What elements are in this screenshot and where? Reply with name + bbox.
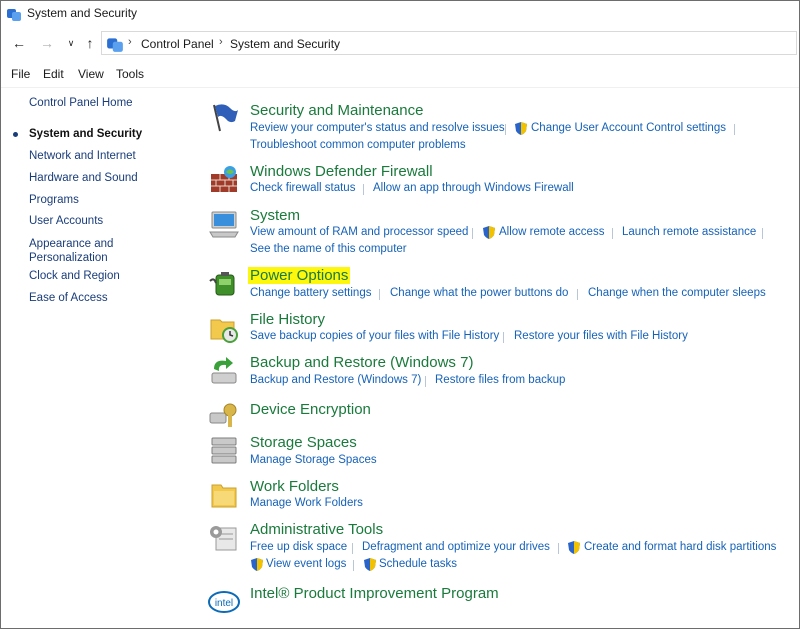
sidebar-item-programs[interactable]: Programs [29, 194, 79, 206]
address-bar[interactable]: › Control Panel › System and Security [101, 31, 797, 55]
link-manage-storage-spaces[interactable]: Manage Storage Spaces [250, 454, 377, 466]
link-create-format-partitions[interactable]: Create and format hard disk partitions [584, 541, 776, 553]
link-save-backup-copies[interactable]: Save backup copies of your files with Fi… [250, 330, 499, 342]
link-allow-app-through-firewall[interactable]: Allow an app through Windows Firewall [373, 182, 574, 194]
category-title-power-options[interactable]: Power Options [248, 267, 351, 284]
link-separator [612, 228, 613, 239]
window-title: System and Security [27, 6, 138, 20]
svg-text:intel: intel [215, 598, 233, 609]
category-title-file-history[interactable]: File History [250, 311, 325, 328]
control-panel-icon [107, 38, 123, 52]
recent-locations-chevron-icon[interactable]: ∨ [61, 33, 81, 53]
disks-icon [211, 437, 237, 464]
key-icon [209, 403, 237, 427]
control-panel-icon [7, 9, 21, 21]
sidebar-control-panel-home[interactable]: Control Panel Home [29, 97, 133, 109]
sidebar-item-network-and-internet[interactable]: Network and Internet [29, 150, 136, 162]
menu-divider [1, 87, 799, 88]
folder-icon [211, 484, 237, 508]
menu-tools[interactable]: Tools [116, 67, 144, 81]
link-separator [558, 543, 559, 554]
forward-arrow-icon[interactable]: → [37, 33, 57, 53]
link-troubleshoot[interactable]: Troubleshoot common computer problems [250, 139, 466, 151]
menu-file[interactable]: File [11, 67, 30, 81]
uac-shield-icon [515, 122, 527, 135]
sidebar-item-hardware-and-sound[interactable]: Hardware and Sound [29, 172, 138, 184]
current-item-bullet [13, 132, 18, 137]
link-change-power-buttons[interactable]: Change what the power buttons do [390, 287, 568, 299]
link-separator [353, 560, 354, 571]
link-defragment-drives[interactable]: Defragment and optimize your drives [362, 541, 550, 553]
intel-icon: intel [208, 591, 240, 613]
uac-shield-icon [364, 558, 376, 571]
menu-bar: File Edit View Tools [1, 63, 799, 85]
breadcrumb-chevron-icon[interactable]: › [219, 36, 223, 48]
link-separator [363, 184, 364, 195]
sidebar-item-appearance-and-personalization[interactable]: Appearance and Personalization [29, 237, 129, 265]
category-title-device-encryption[interactable]: Device Encryption [250, 401, 371, 418]
folder-clock-icon [210, 319, 238, 343]
link-separator [734, 124, 735, 135]
link-backup-and-restore[interactable]: Backup and Restore (Windows 7) [250, 374, 421, 386]
category-title-work-folders[interactable]: Work Folders [250, 478, 339, 495]
link-allow-remote-access[interactable]: Allow remote access [499, 226, 604, 238]
link-change-sleep-time[interactable]: Change when the computer sleeps [588, 287, 766, 299]
link-separator [503, 332, 504, 343]
category-title-administrative-tools[interactable]: Administrative Tools [250, 521, 383, 538]
link-restore-from-backup[interactable]: Restore files from backup [435, 374, 565, 386]
category-title-backup-and-restore[interactable]: Backup and Restore (Windows 7) [250, 354, 473, 371]
menu-view[interactable]: View [78, 67, 104, 81]
sidebar-item-clock-and-region[interactable]: Clock and Region [29, 270, 120, 282]
link-separator [577, 289, 578, 300]
sidebar-item-ease-of-access[interactable]: Ease of Access [29, 292, 108, 304]
menu-edit[interactable]: Edit [43, 67, 64, 81]
flag-icon [213, 104, 238, 132]
link-view-event-logs[interactable]: View event logs [266, 558, 346, 570]
link-separator [425, 376, 426, 387]
sidebar-item-system-and-security[interactable]: System and Security [29, 128, 142, 140]
admin-tools-icon [210, 526, 237, 551]
uac-shield-icon [251, 558, 263, 571]
link-review-status[interactable]: Review your computer's status and resolv… [250, 122, 505, 134]
breadcrumb-chevron-icon[interactable]: › [128, 36, 132, 48]
link-launch-remote-assistance[interactable]: Launch remote assistance [622, 226, 756, 238]
uac-shield-icon [483, 226, 495, 239]
link-separator [762, 228, 763, 239]
category-title-storage-spaces[interactable]: Storage Spaces [250, 434, 357, 451]
link-change-battery-settings[interactable]: Change battery settings [250, 287, 371, 299]
link-separator [352, 543, 353, 554]
computer-icon [209, 211, 239, 238]
back-arrow-icon[interactable]: ← [9, 33, 29, 53]
link-separator [472, 228, 473, 239]
brick-wall-icon [211, 166, 237, 192]
breadcrumb-system-and-security[interactable]: System and Security [230, 37, 340, 51]
category-title-windows-defender-firewall[interactable]: Windows Defender Firewall [250, 163, 433, 180]
category-title-security-and-maintenance[interactable]: Security and Maintenance [250, 102, 423, 119]
title-bar: System and Security [1, 1, 799, 27]
link-change-uac-settings[interactable]: Change User Account Control settings [531, 122, 726, 134]
backup-icon [211, 357, 237, 384]
link-separator [379, 289, 380, 300]
link-manage-work-folders[interactable]: Manage Work Folders [250, 497, 363, 509]
link-separator [505, 124, 506, 135]
navigation-bar: ← → ∨ ↑ › Control Panel › System and Sec… [1, 29, 799, 57]
link-see-computer-name[interactable]: See the name of this computer [250, 243, 407, 255]
link-restore-files[interactable]: Restore your files with File History [514, 330, 688, 342]
control-panel-window: System and Security ← → ∨ ↑ › Control Pa… [0, 0, 800, 629]
category-title-intel-product-improvement[interactable]: Intel® Product Improvement Program [250, 585, 499, 602]
sidebar-item-user-accounts[interactable]: User Accounts [29, 215, 103, 227]
uac-shield-icon [568, 541, 580, 554]
link-free-up-disk-space[interactable]: Free up disk space [250, 541, 347, 553]
battery-icon [209, 272, 235, 296]
category-title-system[interactable]: System [250, 207, 300, 224]
link-check-firewall-status[interactable]: Check firewall status [250, 182, 355, 194]
up-arrow-icon[interactable]: ↑ [80, 33, 100, 53]
link-view-ram-processor[interactable]: View amount of RAM and processor speed [250, 226, 468, 238]
link-schedule-tasks[interactable]: Schedule tasks [379, 558, 457, 570]
breadcrumb-control-panel[interactable]: Control Panel [141, 37, 214, 51]
